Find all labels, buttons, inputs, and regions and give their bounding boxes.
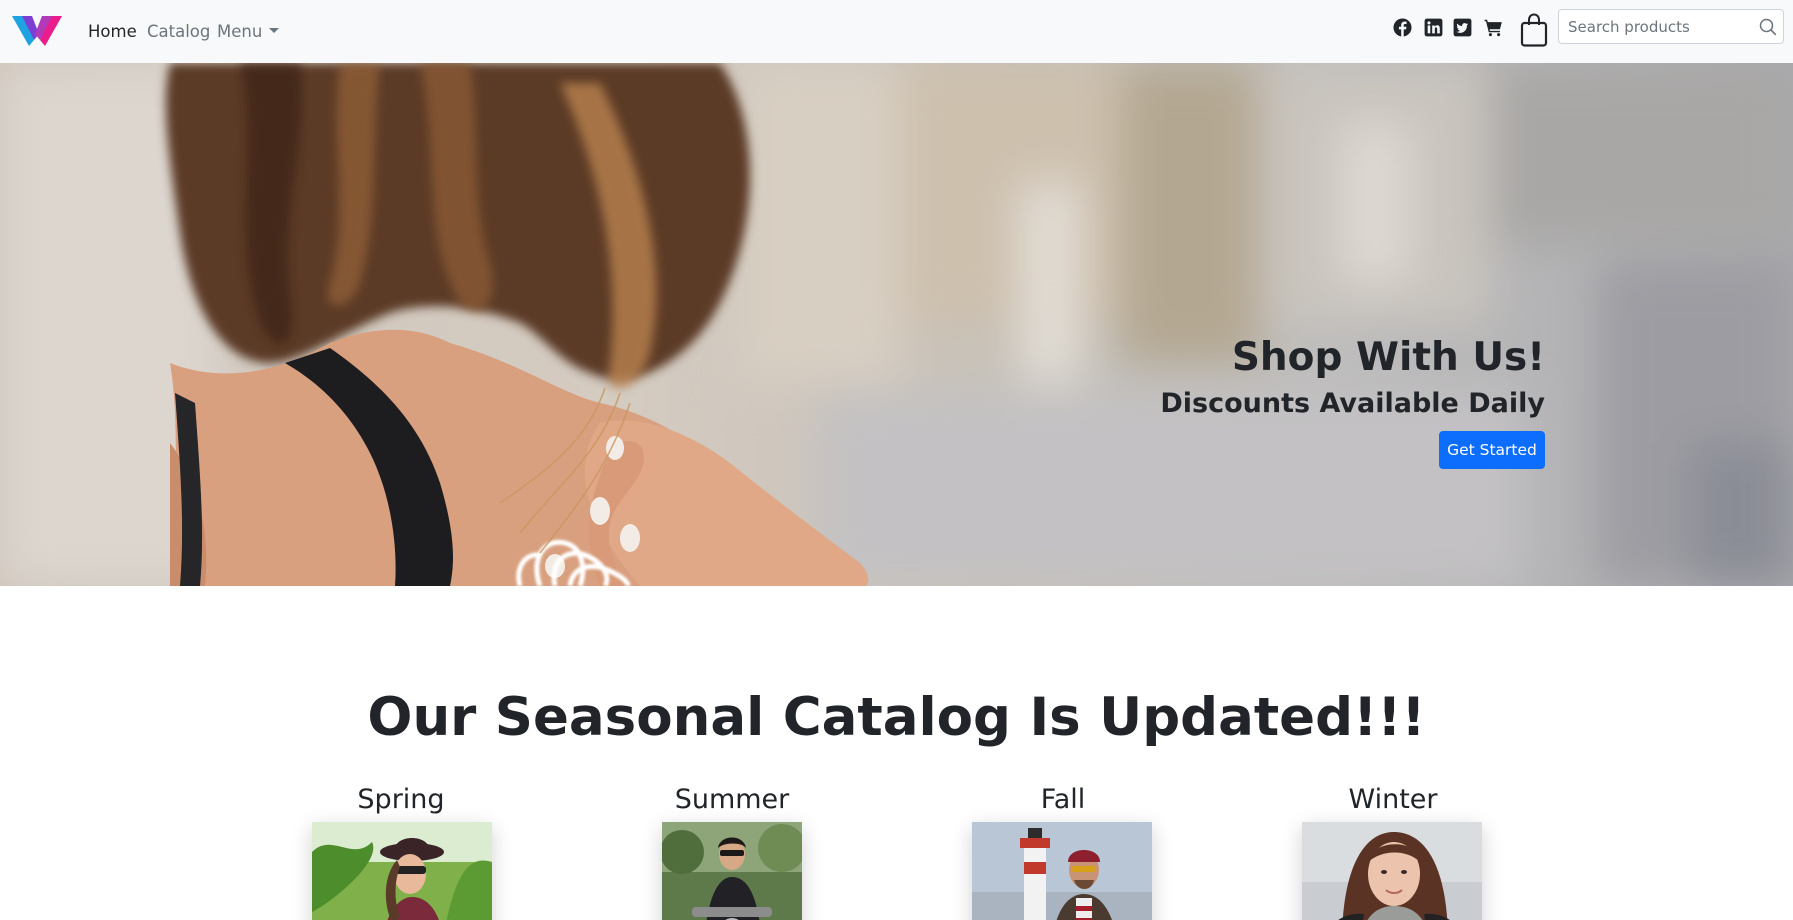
search-box	[1558, 9, 1784, 44]
cart-icon[interactable]	[1484, 18, 1503, 37]
search-input[interactable]	[1559, 10, 1754, 43]
search-icon[interactable]	[1759, 18, 1777, 36]
nav-menu-label: Menu	[217, 22, 263, 41]
season-title: Fall	[1040, 784, 1086, 815]
linkedin-icon[interactable]	[1424, 18, 1443, 37]
navbar: Home Catalog Menu	[0, 0, 1793, 63]
season-title: Spring	[357, 784, 445, 815]
nav-menu-dropdown[interactable]: Menu	[217, 21, 280, 43]
shopping-bag-icon[interactable]	[1520, 13, 1548, 47]
summer-photo[interactable]	[662, 822, 802, 920]
chevron-down-icon	[269, 28, 280, 33]
spring-photo[interactable]	[312, 822, 492, 920]
winter-photo[interactable]	[1302, 822, 1482, 920]
nav-link-catalog[interactable]: Catalog	[147, 21, 210, 43]
hero-title: Shop With Us!	[1231, 335, 1545, 380]
twitter-icon[interactable]	[1453, 18, 1472, 37]
hero-banner: Shop With Us! Discounts Available Daily …	[0, 63, 1793, 586]
brand-logo-icon[interactable]	[12, 14, 62, 48]
season-card-winter: Winter	[1243, 780, 1543, 920]
catalog-heading: Our Seasonal Catalog Is Updated!!!	[367, 687, 1426, 748]
season-card-fall: Fall	[913, 780, 1213, 920]
hero-image	[0, 63, 1793, 586]
get-started-button[interactable]: Get Started	[1439, 431, 1545, 469]
season-card-summer: Summer	[582, 780, 882, 920]
season-title: Summer	[674, 784, 790, 815]
facebook-icon[interactable]	[1393, 18, 1412, 37]
season-title: Winter	[1348, 784, 1438, 815]
nav-link-home[interactable]: Home	[88, 21, 137, 43]
season-card-spring: Spring	[251, 780, 551, 920]
hero-subtitle: Discounts Available Daily	[1160, 388, 1545, 419]
fall-photo[interactable]	[972, 822, 1152, 920]
